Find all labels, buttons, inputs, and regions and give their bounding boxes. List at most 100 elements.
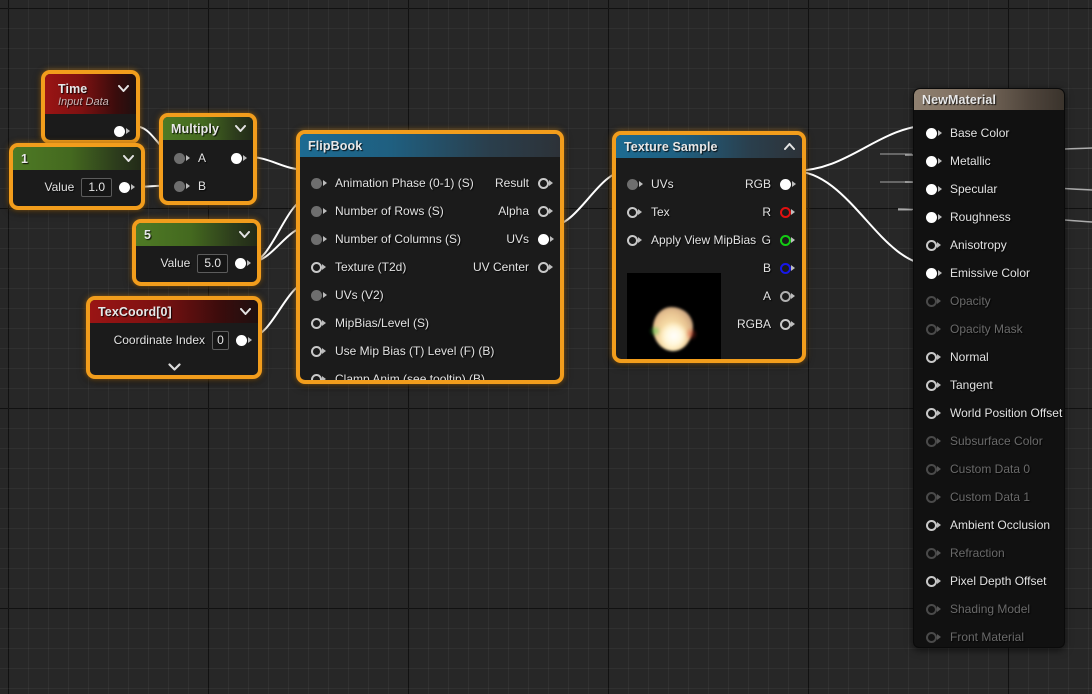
material-input-row[interactable]: Subsurface Color — [914, 427, 1064, 455]
material-input-row[interactable]: Ambient Occlusion — [914, 511, 1064, 539]
material-input-row[interactable]: Tangent — [914, 371, 1064, 399]
material-input-pin[interactable] — [926, 547, 937, 559]
material-input-row[interactable]: Opacity — [914, 287, 1064, 315]
value-input[interactable]: 5.0 — [197, 253, 228, 273]
flipbook-row-5: UVs (V2) — [300, 281, 560, 309]
material-input-pin[interactable] — [926, 267, 937, 279]
node-flipbook[interactable]: FlipBook Animation Phase (0-1) (S) Resul… — [296, 130, 564, 384]
input-pin-a[interactable] — [174, 152, 185, 164]
material-input-row[interactable]: Custom Data 0 — [914, 455, 1064, 483]
material-input-row[interactable]: Specular — [914, 175, 1064, 203]
output-pin-rgba[interactable] — [780, 318, 791, 330]
material-input-row[interactable]: Metallic — [914, 147, 1064, 175]
material-input-pin[interactable] — [926, 491, 937, 503]
texsample-row-1: UVs RGB — [616, 170, 802, 198]
input-pin-animation-phase[interactable] — [311, 177, 322, 189]
chevron-down-icon[interactable] — [238, 229, 250, 241]
material-input-pin[interactable] — [926, 295, 937, 307]
value-input[interactable]: 1.0 — [81, 177, 112, 197]
output-pin-result[interactable] — [538, 177, 549, 189]
material-input-row[interactable]: Custom Data 1 — [914, 483, 1064, 511]
output-pin[interactable] — [114, 125, 125, 137]
node-time-output-row — [45, 114, 136, 140]
material-input-pin[interactable] — [926, 407, 937, 419]
expand-toggle[interactable] — [90, 357, 258, 375]
material-input-pin[interactable] — [926, 127, 937, 139]
material-input-pin[interactable] — [926, 603, 937, 615]
material-input-row[interactable]: Emissive Color — [914, 259, 1064, 287]
node-texcoord[interactable]: TexCoord[0] Coordinate Index 0 — [86, 296, 262, 379]
material-input-row[interactable]: Front Material — [914, 623, 1064, 647]
chevron-down-icon[interactable] — [239, 306, 251, 318]
material-input-pin[interactable] — [926, 463, 937, 475]
material-input-row[interactable]: Roughness — [914, 203, 1064, 231]
output-pin[interactable] — [235, 257, 246, 269]
texture-thumbnail[interactable] — [627, 273, 721, 359]
material-input-row[interactable]: Normal — [914, 343, 1064, 371]
input-pin-use-mip-bias[interactable] — [311, 345, 322, 357]
output-label-rgb: RGB — [744, 177, 771, 191]
node-new-material[interactable]: NewMaterial Base Color Metallic Specular Ro… — [913, 88, 1065, 648]
input-pin-texture[interactable] — [311, 261, 322, 273]
material-input-row[interactable]: Base Color — [914, 119, 1064, 147]
flipbook-row-7: Use Mip Bias (T) Level (F) (B) — [300, 337, 560, 365]
input-pin-mipbias-level[interactable] — [311, 317, 322, 329]
node-texcoord-title: TexCoord[0] — [98, 304, 172, 319]
input-pin-number-of-rows[interactable] — [311, 205, 322, 217]
value-input[interactable]: 0 — [212, 330, 229, 350]
output-pin-alpha[interactable] — [538, 205, 549, 217]
chevron-up-icon[interactable] — [783, 141, 795, 153]
output-pin-b[interactable] — [780, 262, 791, 274]
material-input-row[interactable]: World Position Offset — [914, 399, 1064, 427]
material-input-pin[interactable] — [926, 239, 937, 251]
material-input-row[interactable]: Anisotropy — [914, 231, 1064, 259]
material-input-pin[interactable] — [926, 575, 937, 587]
material-input-list: Base Color Metallic Specular Roughness Aniso… — [914, 110, 1064, 647]
output-pin-r[interactable] — [780, 206, 791, 218]
material-input-pin[interactable] — [926, 519, 937, 531]
material-input-pin[interactable] — [926, 631, 937, 643]
output-pin[interactable] — [236, 334, 247, 346]
input-pin-uvs[interactable] — [627, 178, 638, 190]
chevron-down-icon[interactable] — [234, 123, 246, 135]
material-input-pin[interactable] — [926, 155, 937, 167]
input-label-uvs: UVs (V2) — [335, 288, 384, 302]
input-pin-number-of-columns[interactable] — [311, 233, 322, 245]
chevron-down-icon[interactable] — [122, 153, 134, 165]
material-input-pin[interactable] — [926, 211, 937, 223]
material-input-pin[interactable] — [926, 183, 937, 195]
material-input-row[interactable]: Pixel Depth Offset — [914, 567, 1064, 595]
chevron-down-icon[interactable] — [117, 82, 129, 94]
node-time-title: Time — [58, 82, 88, 96]
material-input-pin[interactable] — [926, 323, 937, 335]
output-pin-g[interactable] — [780, 234, 791, 246]
material-input-row[interactable]: Refraction — [914, 539, 1064, 567]
input-label-animation-phase: Animation Phase (0-1) (S) — [335, 176, 474, 190]
node-constant-5[interactable]: 5 Value 5.0 — [132, 219, 261, 286]
material-input-pin[interactable] — [926, 435, 937, 447]
output-label-alpha: Alpha — [498, 204, 529, 218]
node-constant-1[interactable]: 1 Value 1.0 — [9, 143, 145, 210]
input-pin-apply-view-mipbias[interactable] — [627, 234, 638, 246]
input-pin-clamp-anim[interactable] — [311, 373, 322, 380]
material-input-row[interactable]: Shading Model — [914, 595, 1064, 623]
material-input-pin[interactable] — [926, 351, 937, 363]
node-multiply[interactable]: Multiply A B — [159, 113, 257, 205]
material-input-pin[interactable] — [926, 379, 937, 391]
input-pin-uvs[interactable] — [311, 289, 322, 301]
input-pin-tex[interactable] — [627, 206, 638, 218]
output-pin-rgb[interactable] — [780, 178, 791, 190]
material-input-row[interactable]: Opacity Mask — [914, 315, 1064, 343]
input-pin-b[interactable] — [174, 180, 185, 192]
output-pin-a[interactable] — [780, 290, 791, 302]
node-texture-sample[interactable]: Texture Sample UVs RGB Tex R Apply View … — [612, 131, 806, 363]
output-pin[interactable] — [231, 152, 242, 164]
output-pin-uv-center[interactable] — [538, 261, 549, 273]
node-time[interactable]: Time Input Data — [41, 70, 140, 144]
node-constant-5-value-row: Value 5.0 — [136, 246, 257, 280]
output-pin-uvs[interactable] — [538, 233, 549, 245]
output-pin[interactable] — [119, 181, 130, 193]
material-input-label: Tangent — [950, 378, 993, 392]
output-label-rgba: RGBA — [736, 317, 771, 331]
material-graph-canvas[interactable]: Time Input Data 1 Value 1.0 Multiply A B… — [0, 0, 1092, 694]
